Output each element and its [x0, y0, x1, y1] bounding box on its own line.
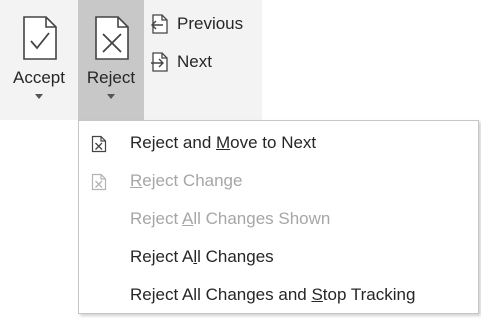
changes-ribbon-group: Accept Reject Previous Next: [0, 0, 262, 120]
next-change-icon: [151, 52, 168, 72]
previous-label: Previous: [177, 14, 244, 33]
menu-item-reject-change[interactable]: Reject Change: [79, 165, 478, 197]
reject-dropdown-caret-icon[interactable]: [107, 94, 115, 99]
accept-button[interactable]: Accept: [6, 0, 72, 120]
reject-move-next-icon: [91, 135, 107, 153]
accept-label: Accept: [13, 68, 65, 87]
previous-change-button[interactable]: Previous: [148, 10, 243, 38]
menu-item-label: Reject All Changes and Stop Tracking: [130, 285, 416, 304]
accept-dropdown-caret-icon[interactable]: [35, 94, 43, 99]
previous-change-icon: [151, 14, 168, 34]
reject-change-icon: [91, 173, 107, 191]
menu-item-reject-all-and-stop-tracking[interactable]: Reject All Changes and Stop Tracking: [79, 279, 478, 311]
review-ribbon-with-reject-menu: Accept Reject Previous Next Reject and M…: [0, 0, 481, 318]
menu-item-reject-all-changes[interactable]: Reject All Changes: [79, 241, 478, 273]
next-label: Next: [177, 52, 212, 71]
reject-button[interactable]: Reject: [78, 0, 144, 120]
reject-dropdown-menu: Reject and Move to Next Reject Change Re…: [78, 120, 479, 314]
menu-item-label: Reject and Move to Next: [130, 133, 317, 152]
reject-label: Reject: [86, 68, 136, 87]
menu-item-reject-and-move-to-next[interactable]: Reject and Move to Next: [79, 127, 478, 159]
document-x-icon: [95, 16, 129, 60]
menu-item-label: Reject Change: [130, 171, 243, 190]
menu-item-label: Reject All Changes Shown: [130, 209, 331, 228]
document-check-icon: [23, 16, 57, 60]
menu-item-reject-all-changes-shown[interactable]: Reject All Changes Shown: [79, 203, 478, 235]
menu-item-label: Reject All Changes: [130, 247, 274, 266]
next-change-button[interactable]: Next: [148, 48, 212, 76]
